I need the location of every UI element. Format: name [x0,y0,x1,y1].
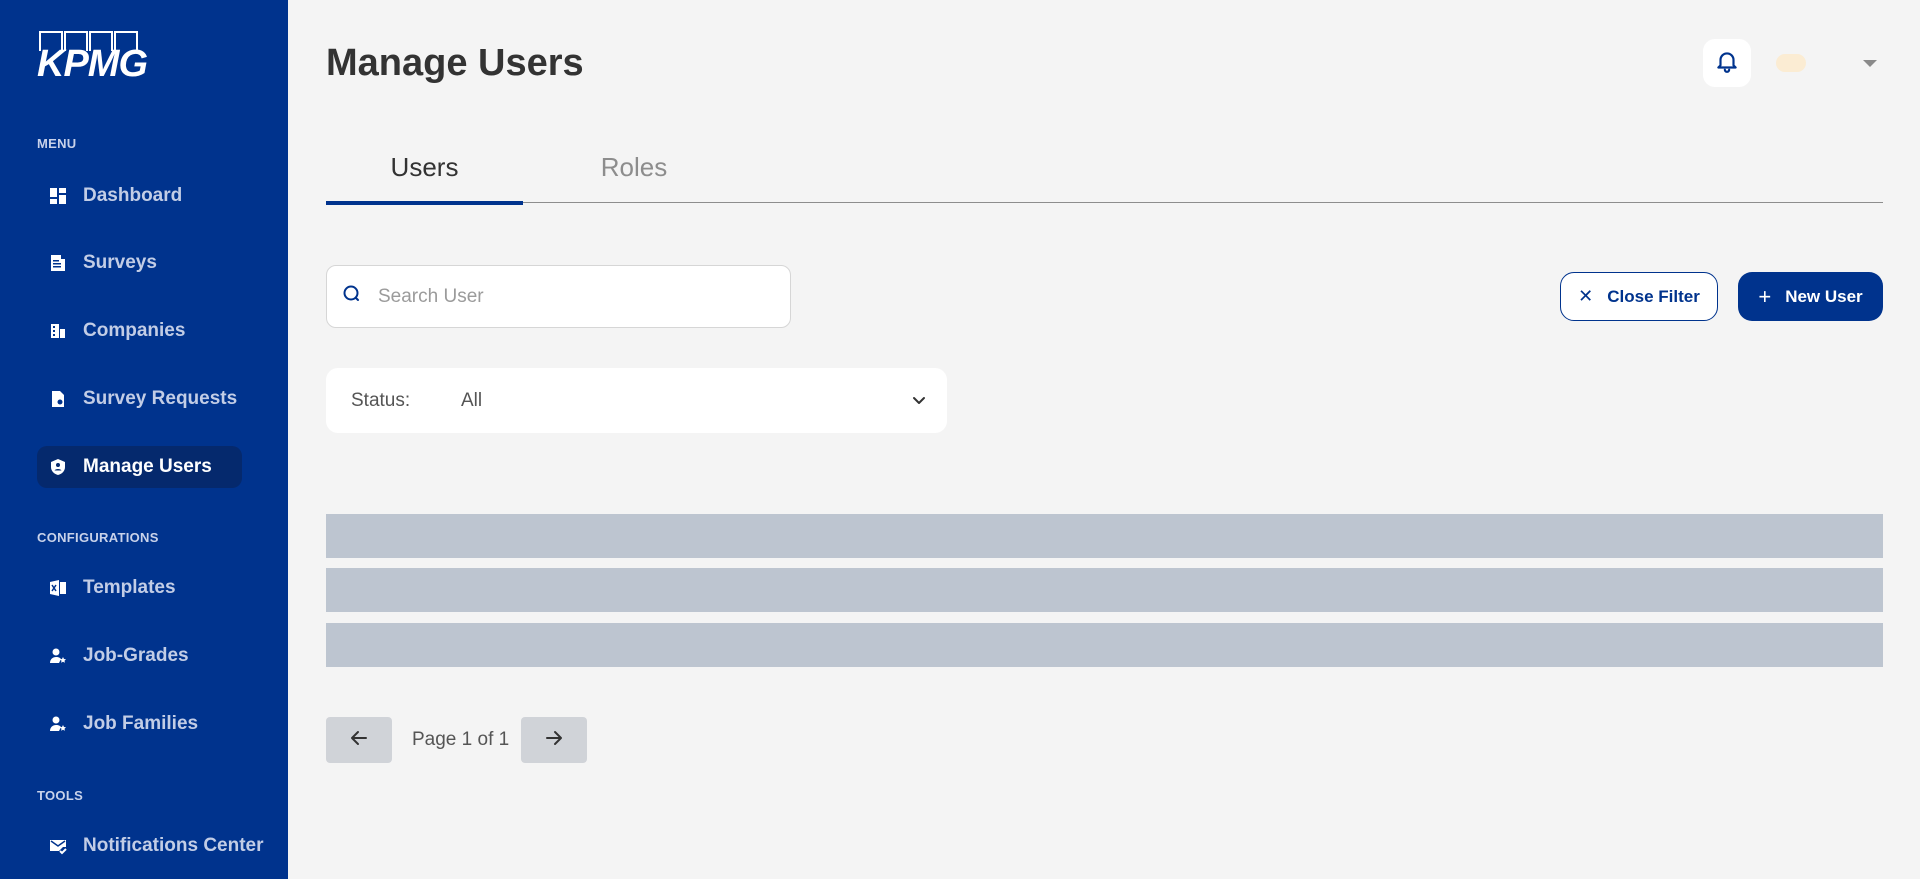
menu-section-label: MENU [37,136,77,151]
sidebar-item-manage-users[interactable]: Manage Users [37,446,242,488]
close-icon: ✕ [1578,286,1594,306]
user-star-icon [49,647,67,665]
configurations-section-label: CONFIGURATIONS [37,530,159,545]
new-user-button[interactable]: + New User [1738,272,1883,321]
new-user-label: New User [1785,286,1863,306]
logo-text: KPMG [37,43,148,85]
sidebar-item-label: Notifications Center [83,835,264,856]
sidebar-item-surveys[interactable]: Surveys [37,242,187,284]
search-box [326,265,791,328]
tab-users[interactable]: Users [326,140,523,205]
arrow-right-icon [543,727,565,754]
sidebar-item-label: Survey Requests [83,388,238,409]
close-filter-label: Close Filter [1607,286,1700,306]
excel-icon [49,579,67,597]
search-input[interactable] [378,285,768,308]
status-filter-value: All [461,389,483,411]
avatar[interactable] [1776,54,1806,72]
notifications-button[interactable] [1703,39,1751,87]
close-filter-button[interactable]: ✕ Close Filter [1560,272,1718,321]
survey-icon [49,254,67,272]
sidebar-item-companies[interactable]: Companies [37,310,215,352]
page-title: Manage Users [326,42,584,84]
dashboard-icon [49,187,67,205]
tab-bar: Users Roles [326,140,1883,205]
document-icon [49,390,67,408]
sidebar-item-notifications-center[interactable]: Notifications Center [37,825,294,867]
plus-icon: + [1758,283,1772,309]
sidebar-item-label: Surveys [83,252,157,273]
kpmg-logo[interactable]: KPMG [37,31,148,85]
tab-roles[interactable]: Roles [523,140,745,203]
loading-row-placeholder [326,568,1883,612]
sidebar-item-dashboard[interactable]: Dashboard [37,175,212,217]
sidebar-item-survey-requests[interactable]: Survey Requests [37,378,267,420]
user-star-icon [49,715,67,733]
sidebar-item-job-grades[interactable]: Job-Grades [37,635,219,677]
status-filter-select[interactable]: Status: All [326,368,947,433]
sidebar-item-label: Dashboard [83,185,183,206]
sidebar: KPMG MENU Dashboard Surveys Companies Su… [0,0,288,879]
building-icon [49,322,67,340]
status-filter-label: Status: [351,389,411,411]
search-icon [341,283,378,310]
sidebar-item-templates[interactable]: Templates [37,567,206,609]
arrow-left-icon [348,727,370,754]
previous-page-button[interactable] [326,717,392,763]
next-page-button[interactable] [521,717,587,763]
sidebar-item-label: Companies [83,320,186,341]
mail-check-icon [49,837,67,855]
shield-user-icon [49,458,67,476]
pagination-text: Page 1 of 1 [412,729,510,750]
chevron-down-icon[interactable] [1863,60,1877,67]
chevron-down-icon [911,392,927,408]
sidebar-item-label: Job Families [83,713,199,734]
sidebar-item-label: Job-Grades [83,645,189,666]
loading-row-placeholder [326,623,1883,667]
sidebar-item-label: Manage Users [83,456,212,477]
sidebar-item-job-families[interactable]: Job Families [37,703,228,745]
tools-section-label: TOOLS [37,788,84,803]
sidebar-item-label: Templates [83,577,176,598]
bell-icon [1714,48,1740,79]
loading-row-placeholder [326,514,1883,558]
